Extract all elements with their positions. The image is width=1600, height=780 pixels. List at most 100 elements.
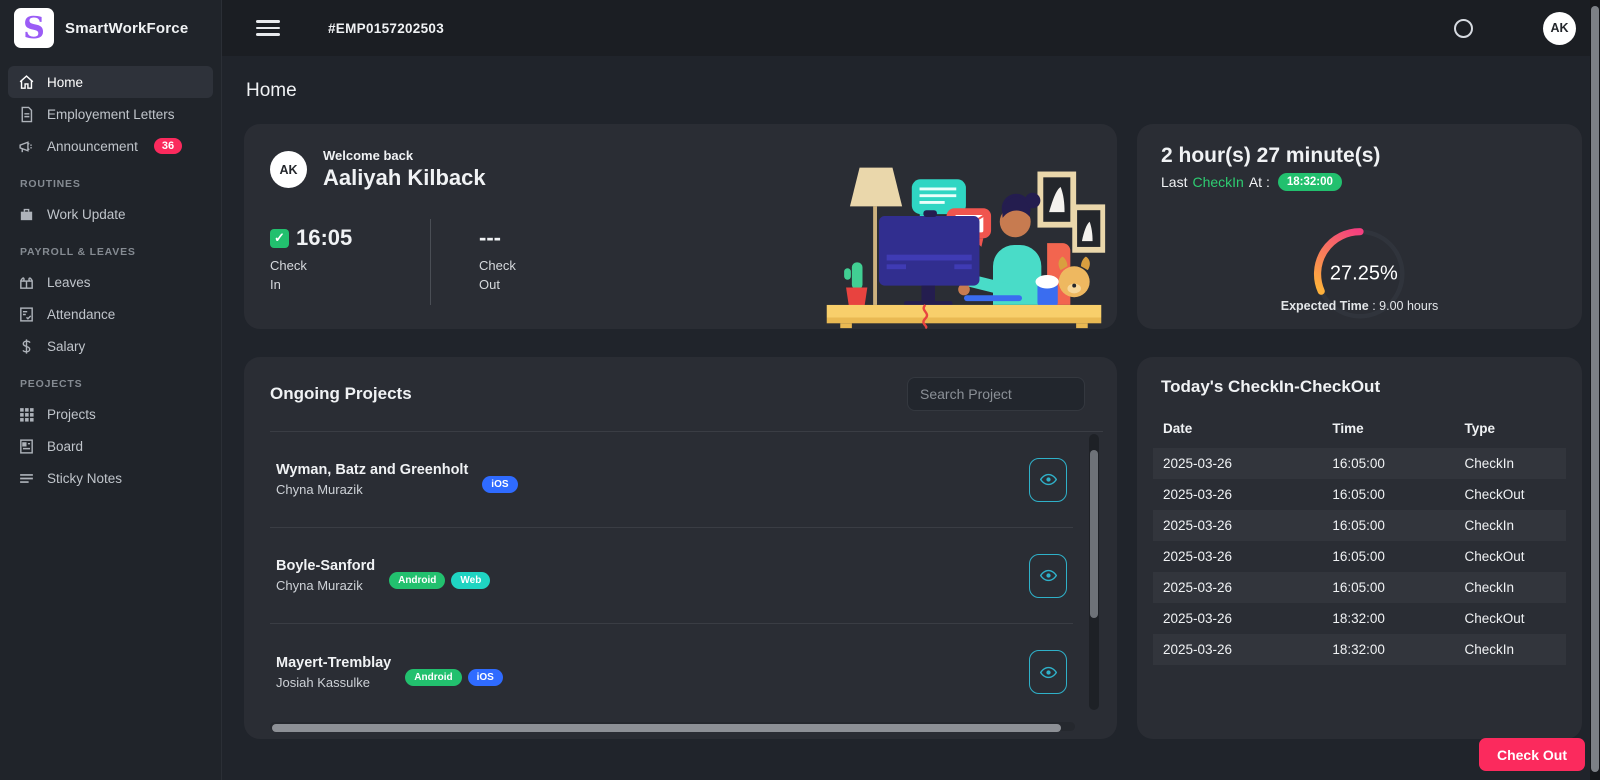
- view-project-button[interactable]: [1029, 458, 1067, 502]
- sidebar-item-label: Work Update: [47, 207, 126, 222]
- hamburger-menu-icon[interactable]: [256, 20, 280, 36]
- sidebar-item-board[interactable]: Board: [8, 430, 213, 462]
- document-icon: [18, 106, 35, 123]
- brand-logo-icon: S: [14, 8, 54, 48]
- column-header-date: Date: [1153, 413, 1322, 448]
- sidebar-item-leaves[interactable]: Leaves: [8, 266, 213, 298]
- check-out-button[interactable]: Check Out: [1479, 738, 1585, 771]
- employee-id: #EMP0157202503: [328, 21, 444, 36]
- attendance-table: Date Time Type 2025-03-2616:05:00CheckIn…: [1153, 413, 1566, 665]
- sidebar-item-label: Salary: [47, 339, 85, 354]
- logo-letter: S: [23, 11, 45, 46]
- table-row: 2025-03-2618:32:00CheckOut: [1153, 603, 1566, 634]
- project-name: Boyle-Sanford: [276, 558, 375, 574]
- check-out-label: Check Out: [479, 257, 525, 295]
- table-row: 2025-03-2616:05:00CheckIn: [1153, 448, 1566, 479]
- sidebar-item-employement-letters[interactable]: Employement Letters: [8, 98, 213, 130]
- sidebar-item-home[interactable]: Home: [8, 66, 213, 98]
- user-avatar[interactable]: AK: [1543, 12, 1576, 45]
- project-owner: Chyna Murazik: [276, 578, 375, 593]
- project-owner: Josiah Kassulke: [276, 675, 391, 690]
- ongoing-projects-card: Ongoing Projects Wyman, Batz and Greenho…: [244, 357, 1117, 739]
- column-header-type: Type: [1454, 413, 1566, 448]
- page-scrollbar[interactable]: [1590, 0, 1600, 780]
- nav-section-routines: ROUTINES: [8, 162, 213, 198]
- platform-badge: iOS: [468, 669, 503, 686]
- eye-icon: [1040, 567, 1057, 584]
- check-out-time: ---: [479, 225, 501, 251]
- view-project-button[interactable]: [1029, 650, 1067, 694]
- clipboard-check-icon: [18, 306, 35, 323]
- progress-percent: 27.25%: [1330, 263, 1398, 286]
- projects-horizontal-scrollbar[interactable]: [270, 722, 1075, 731]
- search-project-input[interactable]: [907, 377, 1085, 411]
- sidebar-item-label: Home: [47, 75, 83, 90]
- projects-title: Ongoing Projects: [270, 384, 412, 404]
- briefcase-icon: [18, 206, 35, 223]
- project-name: Mayert-Tremblay: [276, 655, 391, 671]
- welcome-greeting: Welcome back: [323, 148, 486, 163]
- project-row: Boyle-Sanford Chyna Murazik Android Web: [270, 528, 1073, 624]
- gift-box-icon: [18, 274, 35, 291]
- check-in-block: ✓ 16:05 Check In: [270, 225, 430, 295]
- worked-time-card: 2 hour(s) 27 minute(s) Last CheckIn At :…: [1137, 124, 1582, 329]
- checkin-checkout-title: Today's CheckIn-CheckOut: [1161, 377, 1566, 397]
- sidebar-item-salary[interactable]: Salary: [8, 330, 213, 362]
- dollar-icon: [18, 338, 35, 355]
- table-row: 2025-03-2616:05:00CheckOut: [1153, 479, 1566, 510]
- check-in-time: 16:05: [296, 225, 352, 251]
- sidebar-item-projects[interactable]: Projects: [8, 398, 213, 430]
- sidebar-item-attendance[interactable]: Attendance: [8, 298, 213, 330]
- worked-duration: 2 hour(s) 27 minute(s): [1161, 144, 1558, 168]
- sidebar-item-label: Announcement: [47, 139, 138, 154]
- right-column: 2 hour(s) 27 minute(s) Last CheckIn At :…: [1137, 124, 1582, 739]
- welcome-card: AK Welcome back Aaliyah Kilback ✓ 16:05: [244, 124, 1117, 329]
- platform-badge: Web: [451, 572, 490, 589]
- left-column: AK Welcome back Aaliyah Kilback ✓ 16:05: [244, 124, 1117, 739]
- project-row: Mayert-Tremblay Josiah Kassulke Android …: [270, 624, 1073, 720]
- last-mid: At :: [1249, 174, 1270, 190]
- sidebar-item-announcement[interactable]: Announcement 36: [8, 130, 213, 162]
- projects-list: Wyman, Batz and Greenholt Chyna Murazik …: [270, 431, 1103, 720]
- app-root: S SmartWorkForce Home Employement Letter…: [0, 0, 1600, 780]
- table-row: 2025-03-2616:05:00CheckOut: [1153, 541, 1566, 572]
- project-owner: Chyna Murazik: [276, 482, 468, 497]
- brand-name: SmartWorkForce: [65, 20, 188, 37]
- page-content: Home AK Welcome back Aaliyah Kilback: [222, 56, 1600, 780]
- eye-icon: [1040, 471, 1057, 488]
- last-prefix: Last: [1161, 174, 1187, 190]
- topbar: #EMP0157202503 AK: [222, 0, 1600, 56]
- megaphone-icon: [18, 138, 35, 155]
- check-icon: ✓: [270, 229, 289, 248]
- sidebar-item-label: Attendance: [47, 307, 115, 322]
- sidebar-item-work-update[interactable]: Work Update: [8, 198, 213, 230]
- column-header-time: Time: [1322, 413, 1454, 448]
- eye-icon: [1040, 664, 1057, 681]
- sidebar-item-label: Employement Letters: [47, 107, 175, 122]
- home-icon: [18, 74, 35, 91]
- sidebar-item-label: Board: [47, 439, 83, 454]
- main-column: #EMP0157202503 AK Home AK Welcome back A: [222, 0, 1600, 780]
- project-row: Wyman, Batz and Greenholt Chyna Murazik …: [270, 432, 1073, 528]
- grid-icon: [18, 406, 35, 423]
- project-name: Wyman, Batz and Greenholt: [276, 462, 468, 478]
- employee-name: Aaliyah Kilback: [323, 165, 486, 191]
- sidebar-item-label: Sticky Notes: [47, 471, 122, 486]
- lines-icon: [18, 470, 35, 487]
- nav-section-payroll: PAYROLL & LEAVES: [8, 230, 213, 266]
- projects-vertical-scrollbar[interactable]: [1089, 434, 1099, 710]
- sidebar-item-sticky-notes[interactable]: Sticky Notes: [8, 462, 213, 494]
- table-row: 2025-03-2618:32:00CheckIn: [1153, 634, 1566, 665]
- platform-badge: Android: [389, 572, 445, 589]
- expected-label: Expected Time: [1281, 299, 1369, 313]
- check-out-block: --- Check Out: [431, 225, 591, 295]
- last-checkin-time-badge: 18:32:00: [1278, 173, 1342, 191]
- expected-value: : 9.00 hours: [1369, 299, 1439, 313]
- status-circle-icon[interactable]: [1454, 19, 1473, 38]
- view-project-button[interactable]: [1029, 554, 1067, 598]
- announcement-count-badge: 36: [154, 138, 182, 154]
- table-header-row: Date Time Type: [1153, 413, 1566, 448]
- check-in-label: Check In: [270, 257, 316, 295]
- welcome-avatar: AK: [270, 151, 307, 188]
- board-icon: [18, 438, 35, 455]
